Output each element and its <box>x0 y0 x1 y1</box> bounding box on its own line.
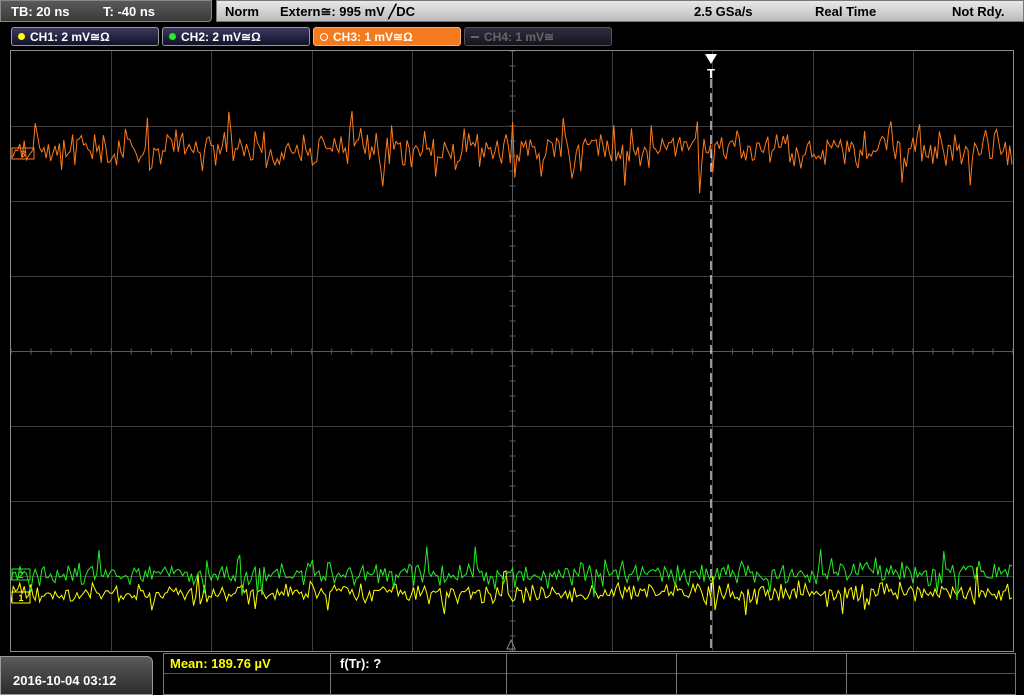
sample-rate[interactable]: 2.5 GSa/s <box>694 4 753 19</box>
measurement-divider <box>676 654 677 694</box>
channel-1-tab[interactable]: CH1: 2 mV≅Ω <box>11 27 159 46</box>
status-bar: TB: 20 ns T: -40 ns Norm Extern≅: 995 mV… <box>0 0 1024 24</box>
trigger-mode[interactable]: Norm <box>225 4 259 19</box>
horizontal-reference-icon <box>506 638 516 650</box>
trigger-marker-label: T <box>707 66 715 81</box>
trigger-status-panel[interactable]: Norm Extern≅: 995 mV ╱DC 2.5 GSa/s Real … <box>216 0 1024 22</box>
channel-4-label: CH4: 1 mV≅ <box>484 29 555 44</box>
channel-4-tab[interactable]: CH4: 1 mV≅ <box>464 27 612 46</box>
channel-3-trace <box>11 110 1013 194</box>
channel-3-indicator-icon <box>320 32 328 41</box>
datetime-panel: 2016-10-04 03:12 <box>0 656 153 695</box>
mean-measurement[interactable]: Mean: 189.76 µV <box>170 656 271 671</box>
channel-1-label: CH1: 2 mV≅Ω <box>30 29 110 44</box>
channel-3-marker-label: 3 <box>20 149 25 159</box>
measurement-divider <box>846 654 847 694</box>
channel-3-label: CH3: 1 mV≅Ω <box>333 29 413 44</box>
trigger-marker[interactable]: T <box>705 54 717 81</box>
measurement-divider <box>164 673 1015 674</box>
datetime-label: 2016-10-04 03:12 <box>13 673 117 688</box>
measurement-panel[interactable]: Mean: 189.76 µV f(Tr): ? <box>163 653 1016 695</box>
channel-2-indicator-icon <box>169 33 176 40</box>
trigger-time-value[interactable]: T: -40 ns <box>103 4 155 19</box>
trigger-frequency-measurement[interactable]: f(Tr): ? <box>340 656 381 671</box>
measurement-divider <box>330 654 331 694</box>
channel-2-trace <box>11 546 1013 600</box>
measurement-divider <box>506 654 507 694</box>
channel-2-label: CH2: 2 mV≅Ω <box>181 29 261 44</box>
timebase-value[interactable]: TB: 20 ns <box>11 4 70 19</box>
acquisition-mode[interactable]: Real Time <box>815 4 876 19</box>
channel-4-off-icon <box>471 35 479 38</box>
trigger-source[interactable]: Extern≅: 995 mV ╱DC <box>280 4 415 20</box>
run-status[interactable]: Not Rdy. <box>952 4 1004 19</box>
channel-3-tab[interactable]: CH3: 1 mV≅Ω <box>313 27 461 46</box>
waveform-canvas[interactable]: T 3 2 1 <box>11 51 1013 651</box>
trigger-arrow-icon <box>705 54 717 64</box>
channel-1-indicator-icon <box>18 33 25 40</box>
channel-2-tab[interactable]: CH2: 2 mV≅Ω <box>162 27 310 46</box>
timebase-panel[interactable]: TB: 20 ns T: -40 ns <box>0 0 212 22</box>
channel-1-marker-label: 1 <box>18 593 23 603</box>
channel-2-marker-label: 2 <box>18 570 23 580</box>
waveform-display[interactable]: T 3 2 1 <box>10 50 1014 652</box>
